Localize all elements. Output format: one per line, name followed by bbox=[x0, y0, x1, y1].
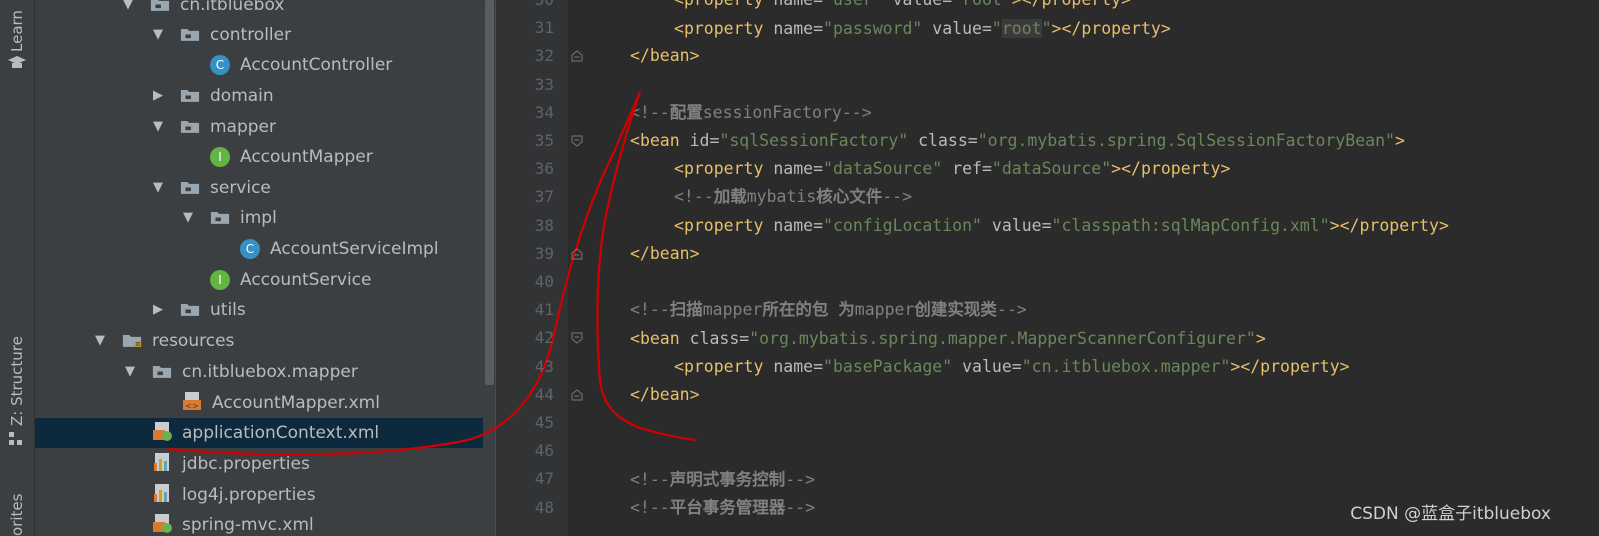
line-number: 31 bbox=[534, 18, 554, 37]
line-number: 38 bbox=[534, 216, 554, 235]
line-number: 40 bbox=[534, 272, 554, 291]
line-number: 30 bbox=[496, 0, 554, 14]
fold-marker-icon[interactable] bbox=[571, 50, 583, 62]
line-number: 39 bbox=[534, 244, 554, 263]
line-number: 48 bbox=[534, 498, 554, 517]
line-number: 46 bbox=[534, 441, 554, 460]
line-number: 33 bbox=[534, 75, 554, 94]
line-number: 36 bbox=[534, 159, 554, 178]
line-number: 37 bbox=[534, 187, 554, 206]
line-number: 35 bbox=[534, 131, 554, 150]
fold-marker-icon[interactable] bbox=[571, 135, 583, 147]
line-number: 32 bbox=[534, 46, 554, 65]
line-number: 43 bbox=[534, 357, 554, 376]
fold-marker-icon[interactable] bbox=[571, 332, 583, 344]
line-number: 44 bbox=[534, 385, 554, 404]
line-number: 41 bbox=[534, 300, 554, 319]
fold-marker-icon[interactable] bbox=[571, 248, 583, 260]
red-annotation-stroke bbox=[166, 91, 697, 456]
csdn-watermark: CSDN @蓝盒子itbluebox bbox=[1350, 504, 1551, 524]
line-number: 34 bbox=[534, 103, 554, 122]
fold-marker-icon[interactable] bbox=[571, 389, 583, 401]
line-number: 45 bbox=[534, 413, 554, 432]
line-number: 42 bbox=[534, 328, 554, 347]
line-number: 47 bbox=[534, 469, 554, 488]
